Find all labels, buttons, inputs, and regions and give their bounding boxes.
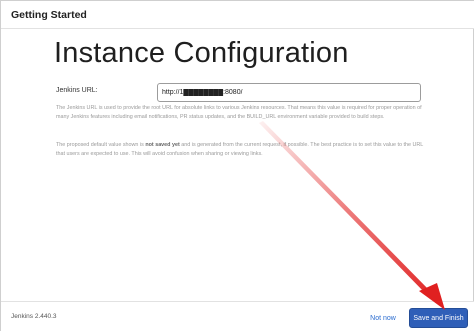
dialog-header: Getting Started xyxy=(1,1,474,29)
help-text-part: The proposed default value shown is xyxy=(56,142,146,148)
jenkins-url-label: Jenkins URL: xyxy=(56,87,98,94)
jenkins-url-input[interactable] xyxy=(157,83,421,102)
dialog-footer: Jenkins 2.440.3 Not now Save and Finish xyxy=(1,301,474,331)
default-value-help-text: The proposed default value shown is not … xyxy=(56,141,428,160)
page-title: Instance Configuration xyxy=(54,37,349,69)
not-now-button[interactable]: Not now xyxy=(366,308,400,328)
dialog-title: Getting Started xyxy=(11,9,87,21)
not-saved-emphasis: not saved yet xyxy=(145,142,180,148)
save-and-finish-button[interactable]: Save and Finish xyxy=(409,308,468,328)
jenkins-version: Jenkins 2.440.3 xyxy=(11,313,57,320)
setup-dialog: Getting Started Instance Configuration J… xyxy=(0,0,474,331)
jenkins-url-help-text: The Jenkins URL is used to provide the r… xyxy=(56,105,422,121)
